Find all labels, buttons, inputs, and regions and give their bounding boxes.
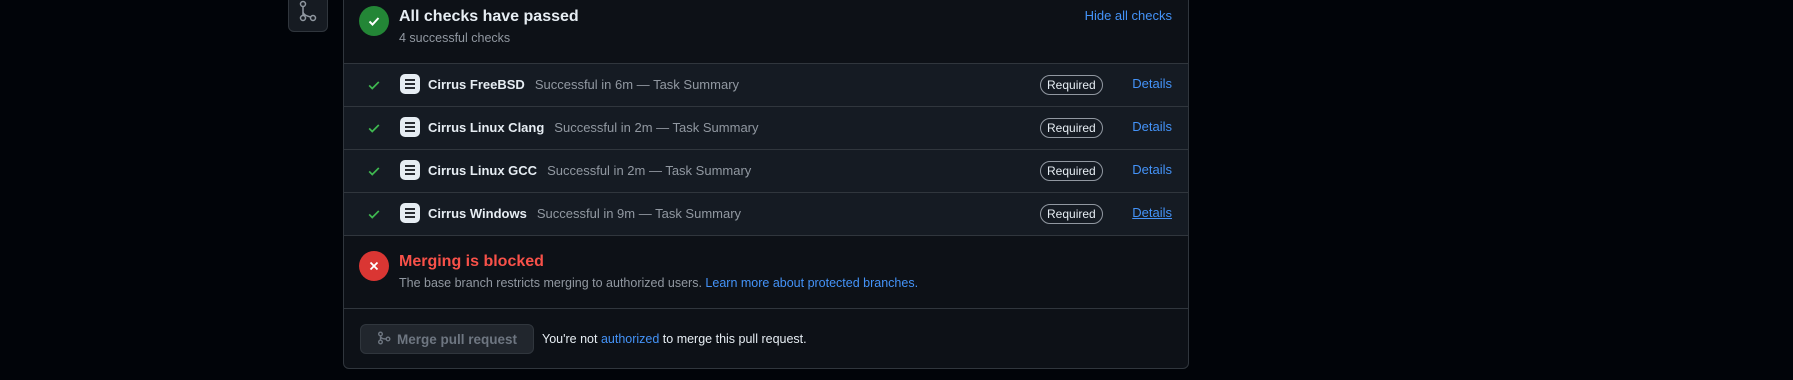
git-branch-icon [288, 0, 328, 32]
check-icon [367, 121, 381, 138]
merge-actions: Merge pull request You're not authorized… [344, 309, 1188, 369]
cirrus-app-icon [400, 74, 420, 94]
merge-note: You're not authorized to merge this pull… [542, 332, 807, 346]
check-name: Cirrus Linux GCC Successful in 2m — Task … [428, 163, 752, 178]
protected-branches-link[interactable]: Learn more about protected branches. [705, 276, 918, 290]
check-description: Successful in 9m — Task Summary [536, 206, 742, 221]
check-icon [367, 207, 381, 224]
hide-all-checks-link[interactable]: Hide all checks [1085, 8, 1172, 23]
check-circle-icon [359, 6, 389, 36]
merge-pull-request-button[interactable]: Merge pull request [360, 324, 534, 354]
required-badge: Required [1040, 161, 1103, 181]
check-description: Successful in 2m — Task Summary [554, 120, 759, 135]
checks-subtitle: 4 successful checks [399, 31, 511, 45]
required-badge: Required [1040, 75, 1103, 95]
checks-title: All checks have passed [399, 8, 579, 25]
check-icon [367, 78, 381, 95]
check-icon [367, 164, 381, 181]
required-badge: Required [1040, 118, 1103, 138]
check-row: Cirrus FreeBSD Successful in 6m — Task Su… [344, 64, 1188, 107]
check-description: Successful in 6m — Task Summary [534, 77, 740, 92]
cirrus-app-icon [400, 203, 420, 223]
cirrus-app-icon [400, 160, 420, 180]
details-link[interactable]: Details [1132, 76, 1172, 91]
authorized-link[interactable]: authorized [601, 332, 659, 346]
check-row: Cirrus Linux GCC Successful in 2m — Task … [344, 150, 1188, 193]
check-name: Cirrus Windows Successful in 9m — Task Su… [428, 206, 742, 221]
merge-blocked-section: Merging is blocked The base branch restr… [344, 236, 1188, 309]
blocked-message: The base branch restricts merging to aut… [399, 276, 919, 290]
check-row: Cirrus Windows Successful in 9m — Task Su… [344, 193, 1188, 236]
x-circle-icon [359, 251, 389, 281]
check-row: Cirrus Linux Clang Successful in 2m — Tas… [344, 107, 1188, 150]
merge-button-label: Merge pull request [396, 331, 518, 347]
details-link[interactable]: Details [1132, 119, 1172, 134]
blocked-title: Merging is blocked [399, 253, 544, 270]
check-name: Cirrus Linux Clang Successful in 2m — Tas… [428, 120, 759, 135]
checks-summary: All checks have passed 4 successful chec… [344, 0, 1188, 64]
required-badge: Required [1040, 204, 1103, 224]
merge-box: All checks have passed 4 successful chec… [343, 0, 1189, 369]
check-description: Successful in 2m — Task Summary [547, 163, 752, 178]
details-link[interactable]: Details [1132, 205, 1172, 220]
cirrus-app-icon [400, 117, 420, 137]
check-name: Cirrus FreeBSD Successful in 6m — Task Su… [428, 77, 740, 92]
git-merge-icon [377, 331, 391, 348]
details-link[interactable]: Details [1132, 162, 1172, 177]
